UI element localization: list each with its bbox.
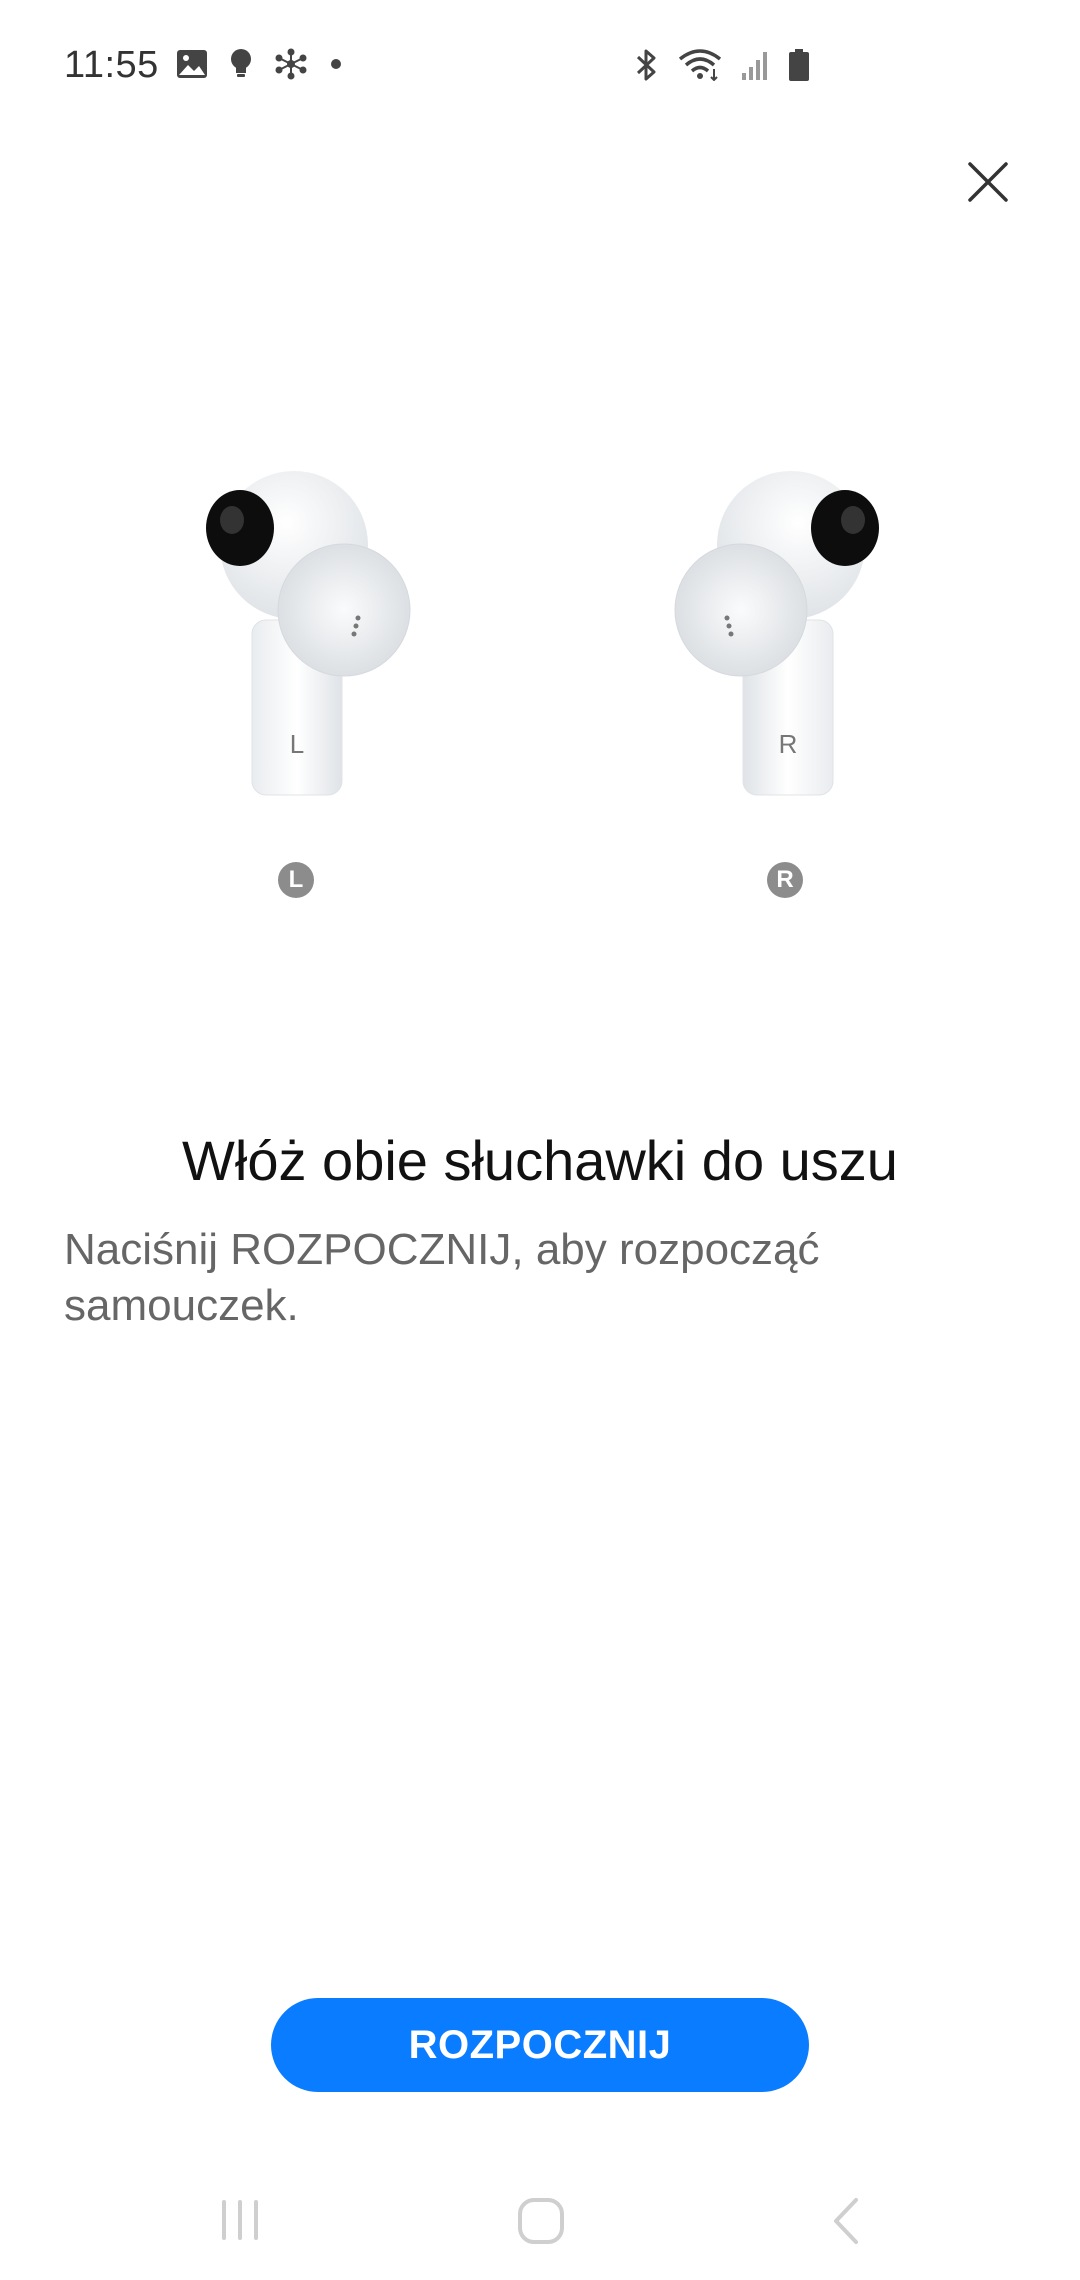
lightbulb-icon [230, 48, 252, 80]
close-icon [968, 162, 1008, 202]
right-earbud-badge: R [767, 862, 803, 898]
recents-button[interactable] [216, 2196, 264, 2249]
right-earbud-image: R [635, 470, 895, 800]
recents-icon [222, 2200, 258, 2240]
wifi-icon [678, 49, 722, 81]
start-button[interactable]: ROZPOCZNIJ [271, 1998, 809, 2092]
page-title: Włóż obie słuchawki do uszu [182, 1129, 898, 1192]
close-button[interactable] [966, 160, 1010, 204]
status-bar: 11:55 [0, 0, 1080, 130]
navigation-bar [0, 2180, 1080, 2260]
status-right-icons [634, 48, 810, 82]
back-icon [834, 2198, 858, 2244]
dot-icon [330, 58, 342, 70]
battery-icon [788, 48, 810, 82]
status-left-icons [176, 48, 342, 80]
status-time: 11:55 [64, 44, 159, 86]
network-icon [274, 48, 308, 80]
bluetooth-icon [634, 48, 660, 82]
home-button[interactable] [516, 2196, 566, 2251]
instruction-text: Naciśnij ROZPOCZNIJ, aby rozpocząć samou… [64, 1225, 820, 1330]
home-icon [518, 2198, 564, 2244]
left-stem-letter: L [290, 729, 304, 759]
left-earbud-badge: L [278, 862, 314, 898]
image-icon [176, 49, 208, 79]
back-button[interactable] [826, 2196, 866, 2251]
right-stem-letter: R [779, 729, 798, 759]
signal-icon [740, 49, 770, 81]
left-earbud-image: L [190, 470, 450, 800]
